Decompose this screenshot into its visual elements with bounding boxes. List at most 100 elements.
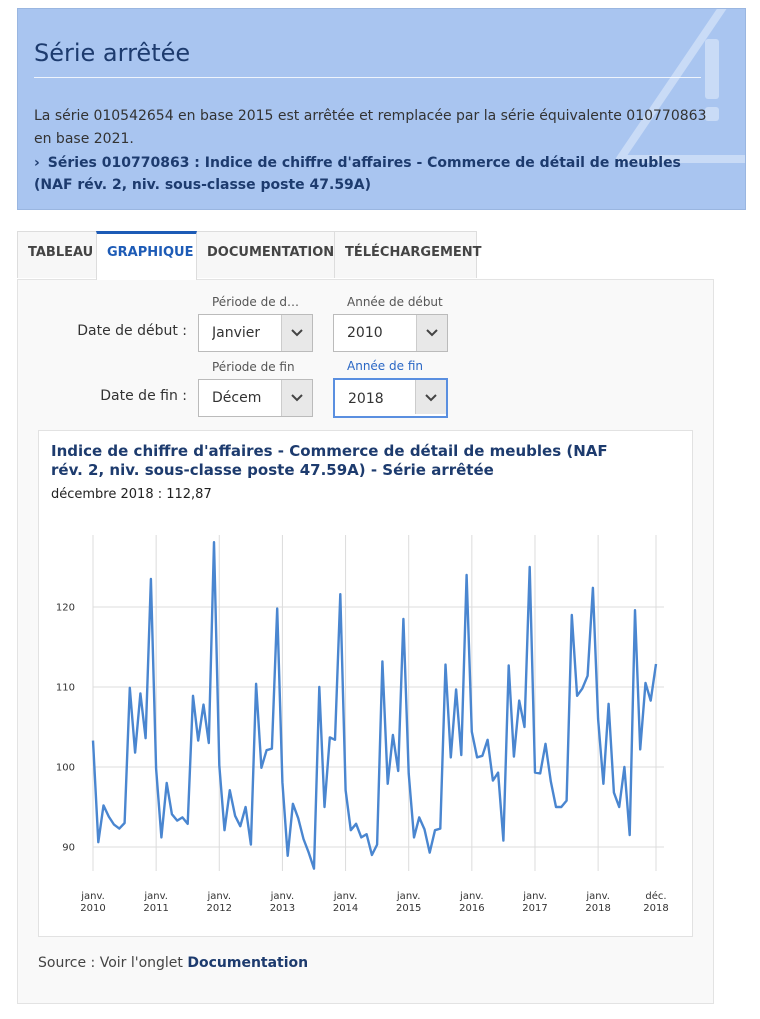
y-tick-label: 100: [56, 763, 75, 774]
data-point: [355, 823, 357, 825]
data-point: [476, 756, 478, 758]
line-chart[interactable]: 90100110120janv.2010janv.2011janv.2012ja…: [39, 431, 694, 938]
data-point: [213, 541, 215, 543]
end-year-select[interactable]: 2018: [333, 378, 448, 418]
data-point: [208, 742, 210, 744]
data-point: [371, 854, 373, 856]
alert-divider: [34, 77, 701, 78]
start-period-label: Période de dé…: [212, 295, 304, 309]
data-point: [192, 695, 194, 697]
data-point: [381, 660, 383, 662]
data-point: [144, 737, 146, 739]
data-point: [218, 764, 220, 766]
alert-message: La série 010542654 en base 2015 est arrê…: [34, 108, 707, 147]
data-point: [360, 836, 362, 838]
data-point: [297, 817, 299, 819]
data-point: [434, 829, 436, 831]
data-point: [534, 771, 536, 773]
source-note: Source : Voir l'onglet Documentation: [38, 955, 308, 971]
chevron-down-icon: [281, 315, 312, 351]
x-tick-label-month: janv.: [333, 891, 358, 902]
data-point: [402, 618, 404, 620]
y-tick-label: 90: [62, 843, 75, 854]
data-point: [202, 703, 204, 705]
data-point: [486, 739, 488, 741]
data-point: [597, 718, 599, 720]
data-point: [581, 687, 583, 689]
end-period-value: Décem: [212, 390, 262, 406]
data-point: [481, 755, 483, 757]
data-point: [555, 806, 557, 808]
data-point: [497, 771, 499, 773]
data-point: [571, 614, 573, 616]
x-tick-label-month: janv.: [585, 891, 610, 902]
end-period-select[interactable]: Décem: [198, 379, 313, 417]
start-year-select[interactable]: 2010: [333, 314, 448, 352]
data-point: [108, 815, 110, 817]
alert-title: Série arrêtée: [34, 39, 191, 67]
data-point: [239, 825, 241, 827]
tab-tableau[interactable]: TABLEAU: [17, 231, 97, 278]
data-point: [271, 747, 273, 749]
data-point: [518, 699, 520, 701]
start-period-select[interactable]: Janvier: [198, 314, 313, 352]
x-tick-label-year: 2012: [207, 903, 232, 914]
end-period-label: Période de fin: [212, 360, 295, 374]
data-point: [129, 687, 131, 689]
end-year-label: Année de fin: [347, 359, 423, 373]
data-point: [118, 827, 120, 829]
data-point: [244, 806, 246, 808]
data-point: [265, 749, 267, 751]
start-year-label: Année de début: [347, 295, 443, 309]
data-point: [113, 823, 115, 825]
data-point: [565, 799, 567, 801]
data-point: [508, 664, 510, 666]
chart-card: Indice de chiffre d'affaires - Commerce …: [38, 430, 693, 937]
data-point: [376, 843, 378, 845]
data-point: [413, 836, 415, 838]
replacement-series-link-text[interactable]: Séries 010770863 : Indice de chiffre d'a…: [34, 155, 681, 193]
data-point: [629, 834, 631, 836]
data-point: [544, 743, 546, 745]
data-point: [513, 755, 515, 757]
data-point: [650, 699, 652, 701]
x-tick-label-year: 2011: [143, 903, 168, 914]
chevron-right-icon: ›: [34, 155, 40, 171]
x-tick-label-month: janv.: [80, 891, 105, 902]
data-point: [344, 789, 346, 791]
data-point: [439, 827, 441, 829]
data-point: [392, 734, 394, 736]
data-point: [123, 822, 125, 824]
data-point: [492, 779, 494, 781]
data-point: [423, 828, 425, 830]
view-tabs: TABLEAU GRAPHIQUE DOCUMENTATION TÉLÉCHAR…: [17, 231, 482, 280]
data-point: [302, 838, 304, 840]
documentation-link[interactable]: Documentation: [187, 955, 308, 971]
data-point: [329, 736, 331, 738]
x-tick-label-year: 2017: [522, 903, 547, 914]
x-tick-label-year: 2018: [643, 903, 668, 914]
x-tick-label-month: janv.: [396, 891, 421, 902]
tab-telechargement[interactable]: TÉLÉCHARGEMENT: [334, 231, 482, 278]
tab-documentation[interactable]: DOCUMENTATION: [196, 231, 335, 278]
data-point: [523, 726, 525, 728]
tab-graphique[interactable]: GRAPHIQUE: [96, 231, 197, 280]
data-point: [92, 739, 94, 741]
data-point: [176, 819, 178, 821]
x-tick-label-year: 2010: [80, 903, 105, 914]
x-tick-label-year: 2014: [333, 903, 358, 914]
y-tick-label: 120: [56, 603, 75, 614]
x-tick-label-month: janv.: [270, 891, 295, 902]
data-point: [618, 806, 620, 808]
data-point: [150, 578, 152, 580]
data-point: [313, 867, 315, 869]
data-point: [397, 770, 399, 772]
x-tick-label-year: 2018: [585, 903, 610, 914]
data-point: [323, 806, 325, 808]
replacement-series-link[interactable]: › Séries 010770863 : Indice de chiffre d'…: [34, 152, 724, 196]
y-tick-label: 110: [56, 683, 75, 694]
data-point: [460, 754, 462, 756]
x-tick-label-month: déc.: [645, 890, 666, 902]
data-point: [408, 772, 410, 774]
data-point: [276, 607, 278, 609]
